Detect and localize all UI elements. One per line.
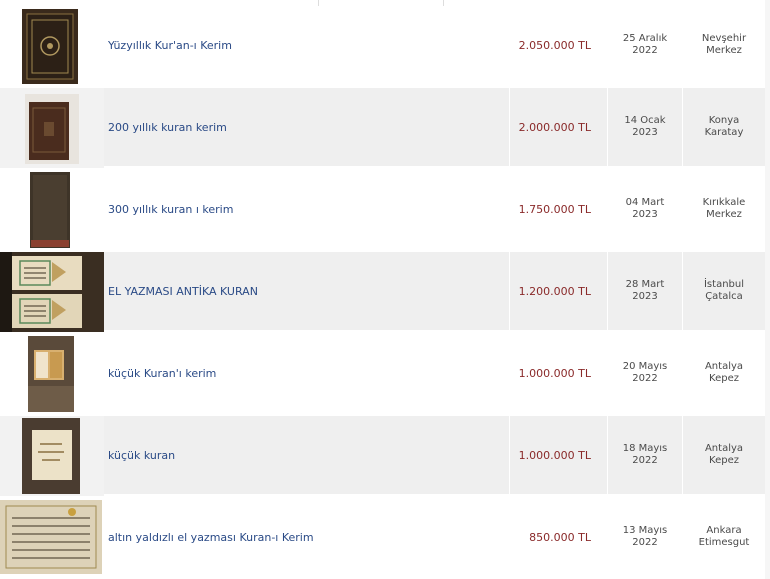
listing-title-link[interactable]: 200 yıllık kuran kerim [108,121,227,134]
listing-price: 1.000.000 TL [518,366,591,380]
table-row[interactable]: EL YAZMASI ANTİKA KURAN 1.200.000 TL 28 … [0,252,770,332]
listing-price: 1.750.000 TL [518,202,591,216]
listing-date-year: 2022 [632,455,658,466]
listing-date-cell: 20 Mayıs 2022 [608,334,683,412]
listing-date-cell: 14 Ocak 2023 [608,88,683,166]
listing-date-day: 04 Mart [625,197,665,208]
listing-district: Merkez [706,209,742,220]
listing-title-cell[interactable]: 300 yıllık kuran ı kerim [104,170,510,248]
listing-date-cell: 18 Mayıs 2022 [608,416,683,494]
listing-title-cell[interactable]: Yüzyıllık Kur'an-ı Kerim [104,6,510,84]
listing-district: Kepez [709,455,739,466]
listing-price: 2.000.000 TL [518,120,591,134]
listing-thumbnail[interactable] [0,498,104,578]
scrollbar-track[interactable] [765,0,770,579]
gilded-manuscript-photo-icon [0,498,104,578]
listing-title-cell[interactable]: küçük kuran [104,416,510,494]
listing-title-cell[interactable]: altın yaldızlı el yazması Kuran-ı Kerim [104,498,510,576]
listing-date-year: 2023 [632,209,658,220]
listing-date-day: 28 Mart [625,279,665,290]
listing-city: Antalya [704,361,744,372]
listing-location-cell: Antalya Kepez [683,334,765,412]
listing-price-cell: 2.050.000 TL [510,6,608,84]
listing-thumbnail[interactable] [0,6,104,86]
manuscript-pages-photo-icon [0,252,104,332]
listing-title-cell[interactable]: küçük Kuran'ı kerim [104,334,510,412]
dark-book-cover-photo-icon [0,170,104,250]
listing-thumbnail[interactable] [0,416,104,496]
listing-price: 2.050.000 TL [518,38,591,52]
listing-district: Merkez [706,45,742,56]
listing-title-link[interactable]: EL YAZMASI ANTİKA KURAN [108,285,258,298]
listing-date-day: 14 Ocak [624,115,666,126]
listing-city: Ankara [706,525,742,536]
listing-city: İstanbul [703,279,744,290]
listing-price-cell: 1.750.000 TL [510,170,608,248]
listing-date-day: 25 Aralık [622,33,668,44]
leather-book-photo-icon [0,88,104,168]
listing-date-year: 2023 [632,291,658,302]
table-row[interactable]: altın yaldızlı el yazması Kuran-ı Kerim … [0,498,770,578]
table-row[interactable]: 300 yıllık kuran ı kerim 1.750.000 TL 04… [0,170,770,250]
listing-price: 1.000.000 TL [518,448,591,462]
listing-district: Etimesgut [698,537,750,548]
listing-price-cell: 1.200.000 TL [510,252,608,330]
listing-price: 1.200.000 TL [518,284,591,298]
listing-thumbnail[interactable] [0,88,104,168]
listing-title-link[interactable]: küçük Kuran'ı kerim [108,367,216,380]
listing-price-cell: 1.000.000 TL [510,334,608,412]
small-open-book-photo-icon [0,334,104,414]
small-book-in-hand-photo-icon [0,416,104,496]
listing-date-year: 2022 [632,537,658,548]
listing-thumbnail[interactable] [0,334,104,414]
listing-district: Kepez [709,373,739,384]
table-row[interactable]: Yüzyıllık Kur'an-ı Kerim 2.050.000 TL 25… [0,6,770,86]
listing-date-cell: 04 Mart 2023 [608,170,683,248]
listing-location-cell: Konya Karatay [683,88,765,166]
listing-district: Karatay [704,127,744,138]
listing-title-link[interactable]: altın yaldızlı el yazması Kuran-ı Kerim [108,531,314,544]
listing-price: 850.000 TL [529,530,591,544]
listing-date-day: 18 Mayıs [622,443,668,454]
listing-title-link[interactable]: 300 yıllık kuran ı kerim [108,203,233,216]
table-row[interactable]: küçük kuran 1.000.000 TL 18 Mayıs 2022 An… [0,416,770,496]
listing-price-cell: 850.000 TL [510,498,608,576]
listing-location-cell: İstanbul Çatalca [683,252,765,330]
listing-location-cell: Nevşehir Merkez [683,6,765,84]
listing-location-cell: Antalya Kepez [683,416,765,494]
listing-city: Kırıkkale [702,197,746,208]
listing-date-year: 2022 [632,373,658,384]
listing-title-cell[interactable]: EL YAZMASI ANTİKA KURAN [104,252,510,330]
listing-date-cell: 13 Mayıs 2022 [608,498,683,576]
listing-location-cell: Kırıkkale Merkez [683,170,765,248]
listing-date-year: 2023 [632,127,658,138]
listing-price-cell: 2.000.000 TL [510,88,608,166]
listing-location-cell: Ankara Etimesgut [683,498,765,576]
listing-district: Çatalca [705,291,743,302]
listing-thumbnail[interactable] [0,170,104,250]
table-row[interactable]: 200 yıllık kuran kerim 2.000.000 TL 14 O… [0,88,770,168]
listing-date-day: 20 Mayıs [622,361,668,372]
listing-date-cell: 25 Aralık 2022 [608,6,683,84]
listing-table: Yüzyıllık Kur'an-ı Kerim 2.050.000 TL 25… [0,0,770,579]
listing-city: Konya [708,115,740,126]
table-row[interactable]: küçük Kuran'ı kerim 1.000.000 TL 20 Mayı… [0,334,770,414]
listing-city: Nevşehir [701,33,747,44]
listing-title-link[interactable]: Yüzyıllık Kur'an-ı Kerim [108,39,232,52]
listing-city: Antalya [704,443,744,454]
listing-date-year: 2022 [632,45,658,56]
listing-date-cell: 28 Mart 2023 [608,252,683,330]
listing-date-day: 13 Mayıs [622,525,668,536]
listing-thumbnail[interactable] [0,252,104,332]
ornate-quran-photo-icon [0,6,104,86]
listing-title-link[interactable]: küçük kuran [108,449,175,462]
listing-price-cell: 1.000.000 TL [510,416,608,494]
listing-title-cell[interactable]: 200 yıllık kuran kerim [104,88,510,166]
